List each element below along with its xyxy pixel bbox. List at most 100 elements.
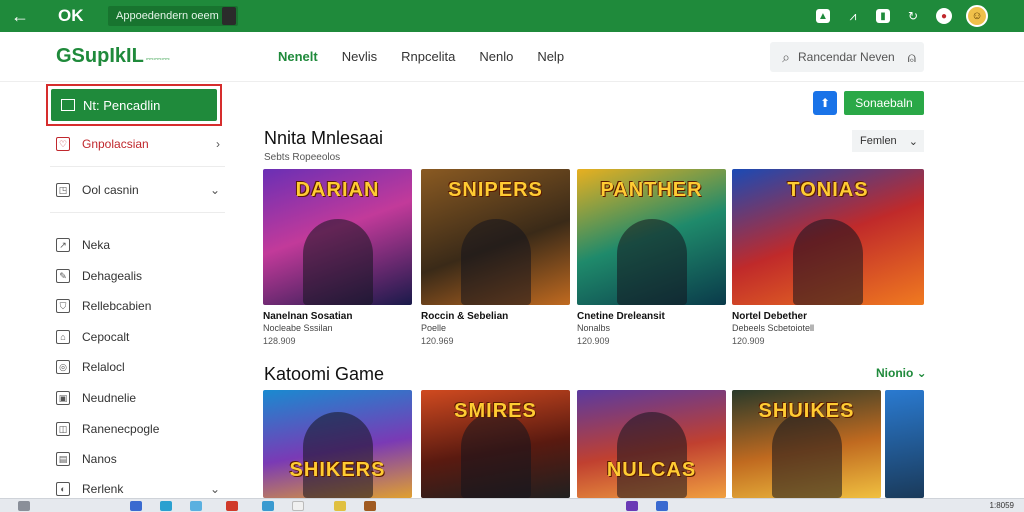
chevron-right-icon: › <box>216 137 220 151</box>
document-icon[interactable] <box>292 500 304 511</box>
sidebar-item-puzzle[interactable]: ◫ Ranenecpogle <box>56 417 220 441</box>
sidebar-item-featured[interactable]: ♡ Gnpolacsian › <box>56 132 220 156</box>
primary-action-button[interactable]: . Nt: Pencadlin <box>46 84 222 126</box>
sidebar-item-label: Cepocalt <box>82 330 130 344</box>
browser-icon[interactable] <box>160 500 172 511</box>
sidebar-item-label: Rerlenk <box>82 482 124 496</box>
primary-action-inner: . Nt: Pencadlin <box>51 89 217 121</box>
chart-icon: ↗ <box>56 238 70 252</box>
search-icon: ⌕ <box>782 48 790 65</box>
url-text: Appoedendern oeem <box>116 10 219 22</box>
avatar[interactable]: ☺ <box>966 5 988 27</box>
character-figure <box>793 219 863 305</box>
game-downloads: 120.909 <box>732 336 765 346</box>
bookmark-icon[interactable]: ▮ <box>876 9 890 23</box>
sidebar-item-racing[interactable]: ◎ Relalocl <box>56 355 220 379</box>
sidebar-item-strategy[interactable]: ✎ Dehagealis <box>56 264 220 288</box>
game-title: Nortel Debether <box>732 311 808 322</box>
folder-icon[interactable] <box>190 500 202 511</box>
globe-icon: ◐ <box>56 482 70 496</box>
share-icon[interactable]: ▲ <box>816 9 830 23</box>
game-logo-text: DARIAN <box>295 179 380 201</box>
tab-help[interactable]: Nelp <box>525 32 576 82</box>
search-input[interactable]: ⌕ Rancendar Neven ⍝ <box>770 42 924 72</box>
chevron-down-icon: ⌄ <box>209 183 220 197</box>
game-logo-text: PANTHER <box>600 179 703 201</box>
main-content: ⬆ Sonaebaln Nnita Mnlesaai Sebts Ropeeol… <box>240 82 1024 498</box>
user-icon[interactable]: ⍝ <box>908 49 916 66</box>
game-card[interactable]: DARIAN Nanelnan Sosatian Nocleabe Sssila… <box>263 169 412 346</box>
media-icon[interactable] <box>226 500 238 511</box>
clock: 1:8059 <box>989 501 1014 510</box>
game-icon[interactable] <box>334 500 346 511</box>
nav-tabs: Nenelt Nevlis Rnpcelita Nenlo Nelp <box>266 32 576 82</box>
game-card[interactable]: NULCAS <box>577 390 726 498</box>
game-art <box>885 390 924 498</box>
game-card[interactable]: TONIAS Nortel Debether Debeels Scbetoiot… <box>732 169 924 346</box>
sidebar-item-label: Neudnelie <box>82 391 137 405</box>
pencil-icon: ✎ <box>56 269 70 283</box>
game-developer: Nocleabe Sssilan <box>263 323 333 333</box>
sidebar-item-sports[interactable]: ▣ Neudnelie <box>56 386 220 410</box>
sort-dropdown[interactable]: Femlen ⌄ <box>852 130 924 152</box>
game-card[interactable]: SNIPERS Roccin & Sebelian Poelle 120.969 <box>421 169 570 346</box>
character-figure <box>302 412 373 498</box>
game-downloads: 120.909 <box>577 336 610 346</box>
refresh-icon[interactable]: ↻ <box>904 7 922 25</box>
app-logo[interactable]: GSupIkIL ⎓⎓⎓ <box>56 45 186 68</box>
tab-popular[interactable]: Rnpcelita <box>389 32 467 82</box>
tab-new[interactable]: Nenlo <box>467 32 525 82</box>
window-icon: . <box>61 99 75 111</box>
upload-icon[interactable]: ⬆ <box>813 91 837 115</box>
chart-icon[interactable]: ⩘ <box>844 7 862 25</box>
tray-network-icon[interactable] <box>656 500 668 511</box>
taskbar: 1:8059 <box>0 498 1024 512</box>
sidebar-item-label: Gnpolacsian <box>82 137 149 151</box>
chevron-down-icon: ⌄ <box>908 135 918 148</box>
game-card[interactable]: PANTHER Cnetine Dreleansit Nonalbs 120.9… <box>577 169 726 346</box>
sidebar-item-label: Rellebcabien <box>82 299 152 313</box>
sidebar-item-arcade[interactable]: ▤ Nanos <box>56 447 220 471</box>
see-more-link[interactable]: Nionio ⌄ <box>876 366 927 380</box>
url-field[interactable]: Appoedendern oeem <box>108 6 238 26</box>
sidebar-item-categories[interactable]: ◳ Ool casnin ⌄ <box>56 178 220 202</box>
sidebar-item-action[interactable]: ↗ Neka <box>56 233 220 257</box>
sidebar-item-label: Neka <box>82 238 111 252</box>
store-icon[interactable] <box>364 500 376 511</box>
chevron-down-icon: ⌄ <box>209 482 220 496</box>
start-icon[interactable] <box>18 500 30 511</box>
sidebar-item-casual[interactable]: ⌂ Cepocalt <box>56 325 220 349</box>
sort-label: Femlen <box>860 135 897 147</box>
tab-home[interactable]: Nenelt <box>266 32 330 82</box>
game-thumbnail <box>885 390 924 498</box>
back-arrow-icon[interactable]: ← <box>0 6 40 27</box>
logo-tagline: ⎓⎓⎓ <box>145 54 170 65</box>
game-card[interactable] <box>885 390 924 498</box>
search-placeholder: Rancendar Neven <box>798 50 895 64</box>
character-figure <box>460 219 531 305</box>
section-title: Nnita Mnlesaai <box>264 128 384 148</box>
title-bar: ← OK Appoedendern oeem ▲ ⩘ ▮ ↻ ● ☺ <box>0 0 1024 32</box>
subscribe-button[interactable]: Sonaebaln <box>844 91 924 115</box>
game-title: Roccin & Sebelian <box>421 311 509 322</box>
puzzle-icon: ◫ <box>56 422 70 436</box>
game-card[interactable]: SHIKERS <box>263 390 412 498</box>
notification-icon[interactable]: ● <box>936 8 952 24</box>
game-logo-text: SNIPERS <box>448 179 543 201</box>
character-figure <box>616 412 687 498</box>
heart-icon: ♡ <box>56 137 70 151</box>
primary-action-label: Nt: Pencadlin <box>83 97 161 113</box>
sidebar-item-rpg[interactable]: ⛉ Rellebcabien <box>56 294 220 318</box>
app-icon[interactable] <box>130 500 142 511</box>
game-thumbnail: DARIAN <box>263 169 412 305</box>
game-card[interactable]: SHUIKES <box>732 390 881 498</box>
chat-icon[interactable] <box>262 500 274 511</box>
sidebar: . Nt: Pencadlin ♡ Gnpolacsian › ◳ Ool ca… <box>0 82 240 498</box>
trophy-icon: ▣ <box>56 391 70 405</box>
tab-news[interactable]: Nevlis <box>330 32 389 82</box>
url-action-icon[interactable] <box>222 7 236 25</box>
app-title: OK <box>58 6 84 25</box>
tray-app-icon[interactable] <box>626 500 638 511</box>
game-card[interactable]: SMIRES <box>421 390 570 498</box>
game-developer: Nonalbs <box>577 323 611 333</box>
